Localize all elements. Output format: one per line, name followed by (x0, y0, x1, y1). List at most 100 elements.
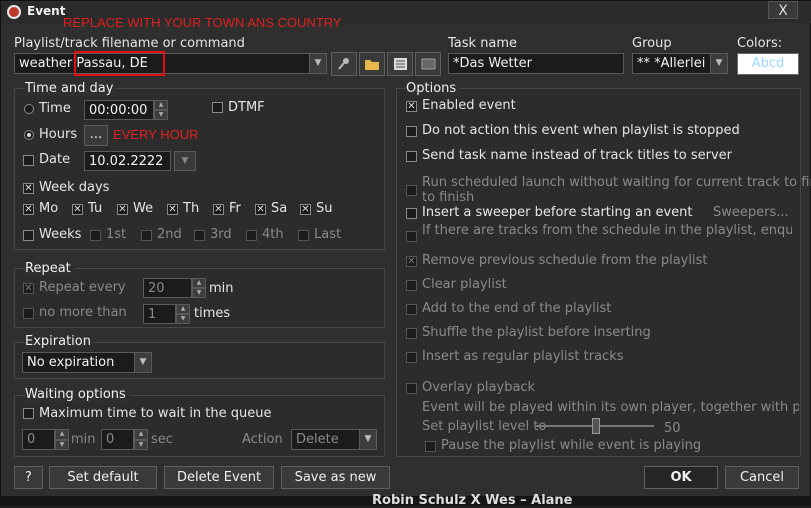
day-checkbox-sa[interactable]: ✕ (255, 204, 266, 215)
wait-sec-spinner[interactable]: ▲ ▼ (134, 429, 148, 450)
max-wait-checkbox[interactable] (23, 408, 34, 419)
dtmf-label: DTMF (228, 100, 265, 115)
max-wait-label: Maximum time to wait in the queue (39, 406, 272, 421)
time-and-day-title: Time and day (25, 81, 118, 96)
wait-sec-input[interactable]: 0 (101, 429, 134, 450)
playlist-level-slider[interactable] (592, 418, 600, 434)
send-task-name-checkbox[interactable] (406, 151, 417, 162)
week-label-1st: 1st (106, 227, 127, 242)
group-label: Group (632, 36, 672, 51)
time-input[interactable]: 00:00:00 (84, 100, 154, 120)
day-label-mo: Mo (39, 201, 59, 216)
microphone-button[interactable] (331, 52, 357, 76)
week-checkbox-4th[interactable] (246, 230, 257, 241)
shuffle-checkbox[interactable] (406, 328, 417, 339)
group-select[interactable]: ** *Allerlei ▼ (632, 53, 728, 74)
week-checkbox-2nd[interactable] (141, 230, 152, 241)
chevron-down-icon[interactable]: ▼ (134, 353, 151, 372)
week-days-checkbox[interactable]: ✕ (23, 183, 34, 194)
run-without-waiting-checkbox[interactable] (406, 185, 417, 196)
time-label: Time (39, 101, 71, 116)
colors-label: Colors: (737, 36, 783, 51)
overlay-note: Event will be played within its own play… (422, 400, 799, 415)
help-button[interactable]: ? (14, 466, 43, 489)
command-button[interactable] (415, 52, 441, 76)
set-default-button[interactable]: Set default (49, 466, 157, 489)
no-more-than-spinner[interactable]: ▲ ▼ (176, 304, 190, 324)
add-to-end-checkbox[interactable] (406, 304, 417, 315)
week-label-4th: 4th (262, 227, 284, 242)
day-checkbox-mo[interactable]: ✕ (23, 204, 34, 215)
dtmf-checkbox[interactable] (212, 102, 223, 113)
day-checkbox-we[interactable]: ✕ (117, 204, 128, 215)
repeat-every-input[interactable]: 20 (143, 278, 192, 298)
day-checkbox-fr[interactable]: ✕ (213, 204, 224, 215)
wait-min-spinner[interactable]: ▲ ▼ (55, 429, 69, 450)
weeks-checkbox[interactable] (23, 230, 34, 241)
expiration-select[interactable]: No expiration ▼ (22, 352, 152, 373)
color-swatch[interactable]: Abcd (737, 53, 799, 75)
close-button[interactable]: X (768, 1, 798, 19)
hours-radio[interactable] (24, 130, 34, 140)
repeat-every-checkbox[interactable]: ✕ (23, 283, 34, 294)
enabled-event-checkbox[interactable]: ✕ (406, 101, 417, 112)
day-checkbox-th[interactable]: ✕ (167, 204, 178, 215)
if-tracks-label: If there are tracks from the schedule in… (422, 223, 792, 238)
list-icon (394, 58, 407, 70)
playlist-level-label: Set playlist level to (422, 419, 547, 434)
window-icon (421, 58, 436, 70)
chevron-down-icon[interactable]: ▼ (309, 54, 326, 73)
annotation-highlight-box (74, 51, 165, 76)
week-checkbox-last[interactable] (298, 230, 309, 241)
playlist-list-button[interactable] (387, 52, 413, 76)
if-tracks-clip: If there are tracks from the schedule in… (422, 222, 792, 248)
day-checkbox-su[interactable]: ✕ (300, 204, 311, 215)
ok-button[interactable]: OK (644, 466, 718, 489)
microphone-icon (338, 58, 349, 70)
no-more-than-label: no more than (39, 305, 127, 320)
date-input[interactable]: 10.02.2222 (84, 151, 171, 171)
no-more-than-checkbox[interactable] (23, 308, 34, 319)
clear-playlist-label: Clear playlist (422, 277, 507, 292)
wait-min-unit: min (71, 432, 96, 447)
playlist-input[interactable]: weather Passau, DE ▼ (14, 53, 327, 74)
chevron-down-icon[interactable]: ▼ (359, 430, 376, 449)
insert-sweeper-checkbox[interactable] (406, 208, 417, 219)
action-select[interactable]: Delete ▼ (291, 429, 377, 450)
date-checkbox[interactable] (23, 155, 34, 166)
remove-previous-checkbox[interactable]: ✕ (406, 256, 417, 267)
expiration-value: No expiration (27, 355, 115, 370)
week-checkbox-1st[interactable] (90, 230, 101, 241)
chevron-down-icon[interactable]: ▼ (710, 54, 727, 73)
event-dialog: Event X REPLACE WITH YOUR TOWN ANS COUNT… (0, 0, 811, 497)
open-folder-button[interactable] (359, 52, 385, 76)
no-more-than-input[interactable]: 1 (143, 304, 176, 324)
wait-min-input[interactable]: 0 (22, 429, 55, 450)
hours-picker-button[interactable]: ... (84, 125, 108, 146)
sweepers-button[interactable]: Sweepers... (713, 205, 789, 220)
background-track-title: Robin Schulz X Wes – Alane (372, 493, 573, 508)
playlist-label: Playlist/track filename or command (14, 36, 245, 51)
insert-regular-checkbox[interactable] (406, 352, 417, 363)
week-checkbox-3rd[interactable] (194, 230, 205, 241)
overlay-playback-checkbox[interactable] (406, 383, 417, 394)
day-checkbox-tu[interactable]: ✕ (72, 204, 83, 215)
repeat-every-unit: min (209, 281, 234, 296)
window-title: Event (27, 4, 66, 18)
pause-playlist-checkbox[interactable] (425, 441, 436, 452)
repeat-every-spinner[interactable]: ▲ ▼ (192, 278, 206, 298)
save-as-new-button[interactable]: Save as new (281, 466, 390, 489)
expiration-title: Expiration (25, 334, 95, 349)
week-label-2nd: 2nd (157, 227, 182, 242)
if-tracks-checkbox[interactable] (406, 231, 417, 242)
time-radio[interactable] (24, 104, 34, 114)
calendar-dropdown-icon[interactable]: ▼ (174, 151, 196, 171)
cancel-button[interactable]: Cancel (725, 466, 799, 489)
clear-playlist-checkbox[interactable] (406, 280, 417, 291)
delete-event-button[interactable]: Delete Event (164, 466, 274, 489)
time-spinner[interactable]: ▲ ▼ (154, 100, 168, 120)
no-action-stopped-checkbox[interactable] (406, 126, 417, 137)
week-label-3rd: 3rd (210, 227, 232, 242)
task-input[interactable]: *Das Wetter (448, 53, 624, 74)
shuffle-label: Shuffle the playlist before inserting (422, 325, 651, 340)
